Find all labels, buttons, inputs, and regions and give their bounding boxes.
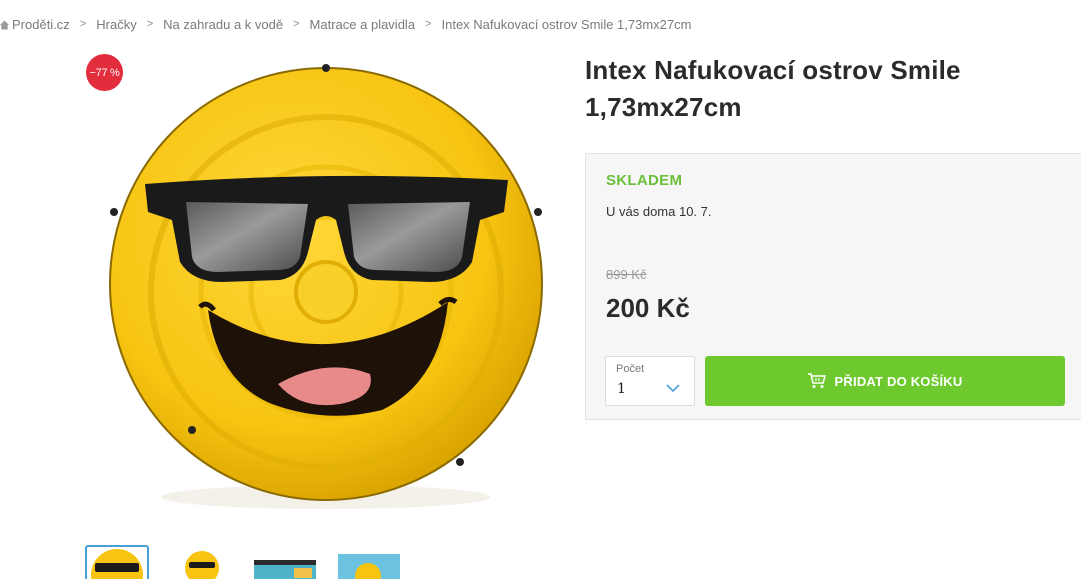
old-price: 899 Kč — [606, 267, 647, 282]
breadcrumb-separator: > — [293, 18, 300, 30]
breadcrumb-matrace[interactable]: Matrace a plavidla — [310, 17, 416, 32]
quantity-select[interactable]: Počet 1 — [605, 356, 695, 406]
stock-status: SKLADEM — [606, 172, 683, 189]
quantity-value: 1 — [617, 381, 626, 397]
pool-float-photo-icon — [338, 554, 400, 579]
thumbnail-1[interactable] — [85, 545, 149, 579]
thumbnail-3[interactable] — [253, 545, 317, 579]
breadcrumb-na-zahradu[interactable]: Na zahradu a k vodě — [163, 17, 283, 32]
product-title: Intex Nafukovací ostrov Smile 1,73mx27cm — [585, 55, 961, 122]
thumbnail-strip — [85, 545, 421, 579]
product-main-image[interactable] — [100, 52, 560, 512]
breadcrumb-hracky[interactable]: Hračky — [96, 17, 136, 32]
breadcrumb-separator: > — [425, 18, 432, 30]
pool-photo-icon — [254, 560, 316, 579]
thumbnail-4[interactable] — [337, 545, 401, 579]
cart-icon — [807, 373, 826, 388]
smiley-thumb-icon — [185, 551, 219, 579]
current-price: 200 Kč — [606, 293, 690, 323]
home-icon — [0, 20, 9, 30]
smiley-thumb-icon — [91, 549, 143, 579]
breadcrumb: Proděti.cz > Hračky > Na zahradu a k vod… — [0, 15, 691, 33]
breadcrumb-home[interactable]: Proděti.cz — [12, 17, 70, 32]
breadcrumb-separator: > — [79, 18, 87, 30]
add-to-cart-label: PŘIDAT DO KOŠÍKU — [834, 373, 963, 389]
delivery-date: U vás doma 10. 7. — [606, 204, 712, 219]
breadcrumb-separator: > — [146, 18, 154, 30]
thumbnail-2[interactable] — [169, 545, 233, 579]
chevron-down-icon — [666, 384, 680, 393]
add-to-cart-button[interactable]: PŘIDAT DO KOŠÍKU — [705, 356, 1065, 406]
breadcrumb-current: Intex Nafukovací ostrov Smile 1,73mx27cm — [441, 16, 692, 32]
buy-box: SKLADEM U vás doma 10. 7. 899 Kč 200 Kč … — [585, 153, 1081, 420]
discount-badge: −77 % — [86, 54, 123, 91]
smiley-float-image — [109, 64, 543, 509]
quantity-label: Počet — [616, 363, 645, 375]
